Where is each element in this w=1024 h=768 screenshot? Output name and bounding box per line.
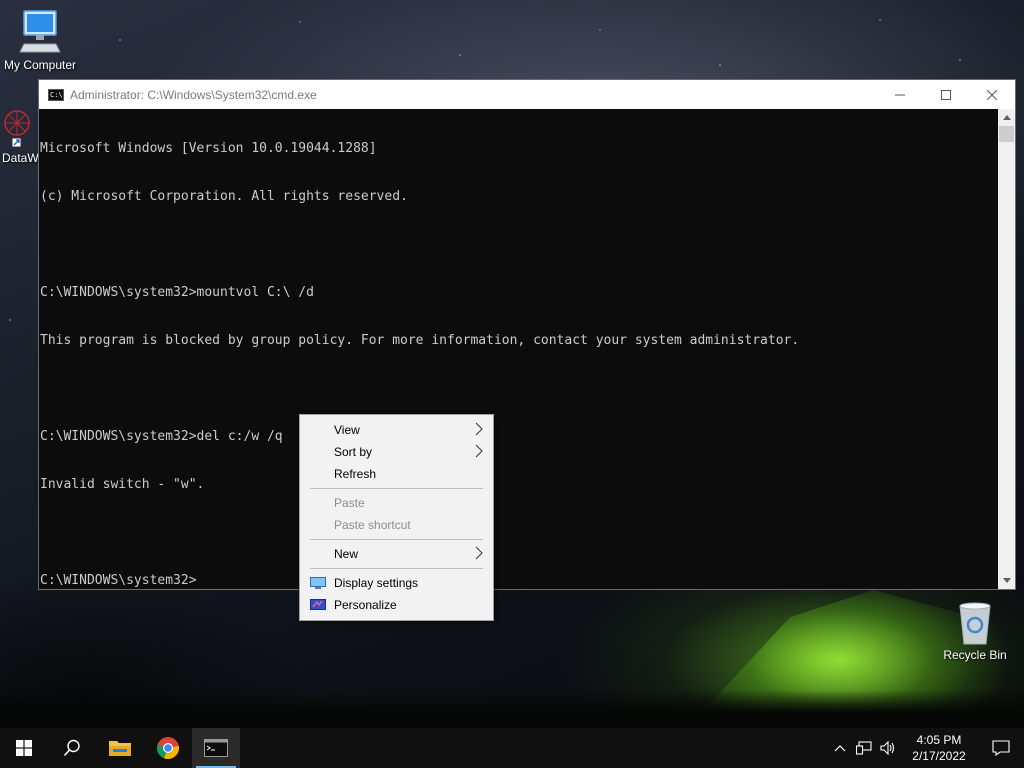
chrome-icon (157, 737, 179, 759)
minimize-button[interactable] (877, 80, 923, 109)
notification-icon (992, 740, 1010, 756)
menu-item-label: Sort by (334, 445, 373, 459)
menu-item-label: Paste shortcut (334, 518, 411, 532)
cmd-app-icon: C:\ (48, 88, 64, 101)
desktop-icon-label: DataW (2, 151, 39, 165)
cmd-titlebar[interactable]: C:\ Administrator: C:\Windows\System32\c… (39, 80, 1015, 109)
cmd-icon (204, 739, 228, 757)
cmd-output[interactable]: Microsoft Windows [Version 10.0.19044.12… (39, 109, 998, 589)
volume-button[interactable] (876, 728, 900, 768)
menu-item-label: Refresh (334, 467, 377, 481)
folder-icon (109, 741, 131, 756)
search-button[interactable] (48, 728, 96, 768)
close-icon (987, 89, 997, 100)
taskbar-chrome[interactable] (144, 728, 192, 768)
desktop-icon-label: Recycle Bin (943, 648, 1007, 662)
minimize-icon (895, 94, 905, 95)
network-icon (856, 741, 872, 755)
menu-item-new[interactable]: New (300, 543, 493, 565)
menu-item-label: Display settings (334, 576, 419, 590)
display-icon (310, 577, 326, 589)
menu-item-paste: Paste (300, 492, 493, 514)
desktop-icon-label: My Computer (3, 58, 77, 72)
menu-item-personalize[interactable]: Personalize (300, 594, 493, 616)
cmd-line: This program is blocked by group policy.… (40, 333, 800, 348)
chevron-down-icon (1002, 578, 1011, 583)
windows-logo-icon (16, 740, 32, 756)
scroll-up-button[interactable] (998, 109, 1015, 126)
menu-separator (310, 568, 483, 569)
menu-separator (310, 539, 483, 540)
chevron-up-icon (1002, 115, 1011, 120)
network-button[interactable] (852, 728, 876, 768)
menu-item-display-settings[interactable]: Display settings (300, 572, 493, 594)
taskbar-clock[interactable]: 4:05 PM 2/17/2022 (900, 732, 978, 764)
cmd-line (40, 237, 998, 253)
cmd-line: C:\WINDOWS\system32>del c:/w /q (40, 429, 283, 444)
wallpaper-grass (0, 690, 1024, 728)
volume-icon (880, 741, 895, 755)
search-icon (63, 739, 80, 757)
maximize-icon (941, 89, 951, 100)
menu-item-label: View (334, 423, 360, 437)
computer-icon (19, 10, 61, 53)
cmd-line (40, 381, 998, 397)
menu-item-refresh[interactable]: Refresh (300, 463, 493, 485)
cmd-line (40, 525, 998, 541)
cmd-line: Invalid switch - "w". (40, 477, 205, 492)
desktop-context-menu: View Sort by Refresh Paste Paste shortcu… (299, 414, 494, 621)
personalize-icon (310, 599, 326, 610)
menu-separator (310, 488, 483, 489)
action-center-button[interactable] (978, 728, 1024, 768)
chevron-right-icon (475, 546, 483, 560)
taskbar: 4:05 PM 2/17/2022 (0, 728, 1024, 768)
cmd-line: C:\WINDOWS\system32>mountvol C:\ /d (40, 285, 314, 300)
chevron-right-icon (475, 444, 483, 458)
taskbar-file-explorer[interactable] (96, 728, 144, 768)
cmd-prompt-line[interactable]: C:\WINDOWS\system32> (40, 573, 998, 589)
cmd-window-title: Administrator: C:\Windows\System32\cmd.e… (70, 87, 317, 102)
menu-item-label: Paste (334, 496, 365, 510)
desktop-icon-my-computer[interactable]: My Computer (0, 8, 80, 72)
cmd-line: (c) Microsoft Corporation. All rights re… (40, 189, 408, 204)
menu-item-view[interactable]: View (300, 419, 493, 441)
chevron-right-icon (475, 422, 483, 436)
cmd-scrollbar[interactable] (998, 109, 1015, 589)
scroll-down-button[interactable] (998, 572, 1015, 589)
menu-item-label: Personalize (334, 598, 397, 612)
menu-item-sort-by[interactable]: Sort by (300, 441, 493, 463)
clock-date: 2/17/2022 (912, 749, 966, 763)
start-button[interactable] (0, 728, 48, 768)
maximize-button[interactable] (923, 80, 969, 109)
menu-item-label: New (334, 547, 359, 561)
cmd-line: Microsoft Windows [Version 10.0.19044.12… (40, 141, 377, 156)
cmd-window[interactable]: C:\ Administrator: C:\Windows\System32\c… (38, 79, 1016, 590)
dataw-icon (4, 110, 30, 148)
close-button[interactable] (969, 80, 1015, 109)
menu-item-paste-shortcut: Paste shortcut (300, 514, 493, 536)
chevron-up-icon (834, 745, 846, 752)
show-hidden-icons-button[interactable] (828, 728, 852, 768)
scroll-thumb[interactable] (999, 126, 1014, 142)
taskbar-cmd[interactable] (192, 728, 240, 768)
desktop-icon-dataw[interactable]: DataW (2, 108, 40, 165)
clock-time: 4:05 PM (916, 733, 962, 747)
